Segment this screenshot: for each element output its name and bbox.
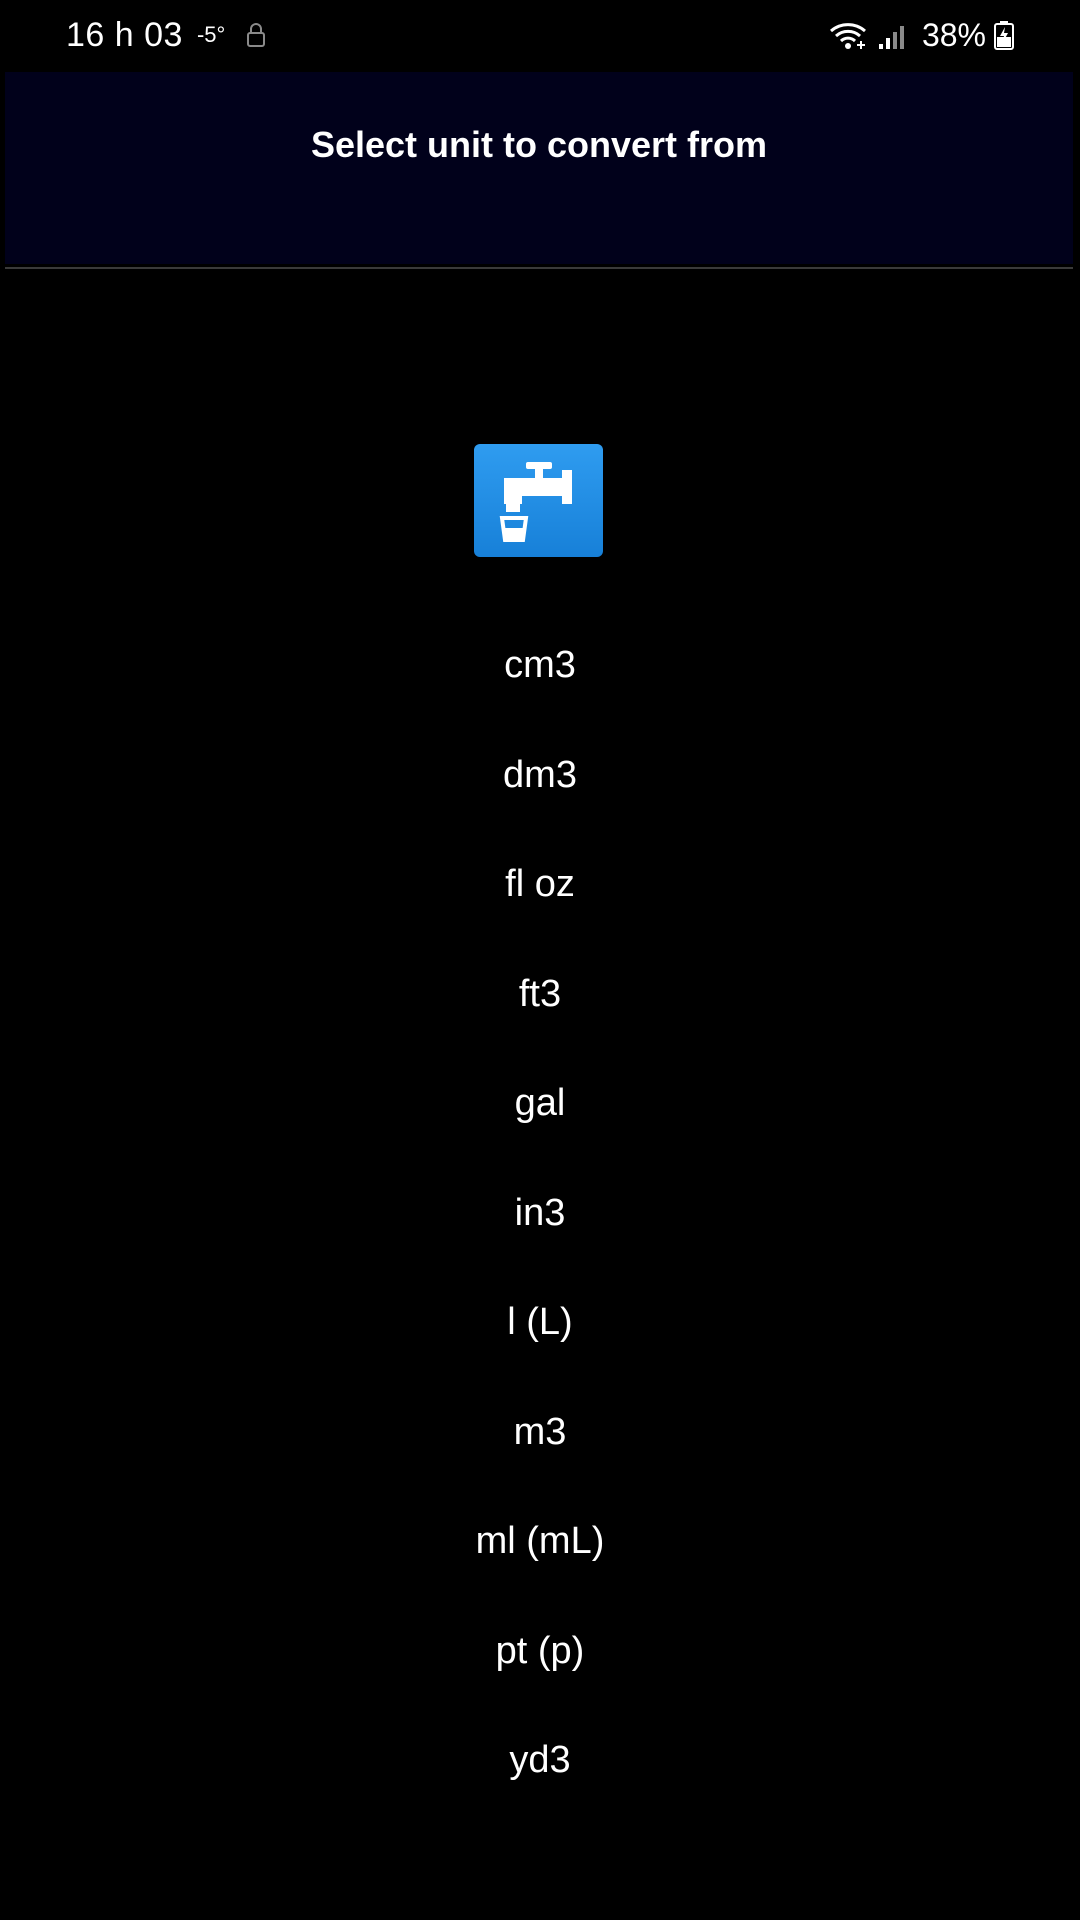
header-divider <box>5 267 1073 269</box>
page-title: Select unit to convert from <box>310 124 768 165</box>
unit-item-dm3[interactable]: dm3 <box>0 721 1080 831</box>
status-bar: 16 h 03 -5° 38% <box>0 0 1080 70</box>
screen: 16 h 03 -5° 38% Select unit to convert f… <box>0 0 1080 1920</box>
unit-item-yd3[interactable]: yd3 <box>0 1706 1080 1816</box>
status-right: 38% <box>828 14 1014 56</box>
status-temperature: -5° <box>196 22 226 47</box>
unit-item-fl-oz[interactable]: fl oz <box>0 830 1080 940</box>
faucet-glass-icon <box>474 444 603 557</box>
unit-item-milliliter[interactable]: ml (mL) <box>0 1487 1080 1597</box>
wifi-icon <box>828 19 870 51</box>
lock-icon <box>245 22 267 48</box>
unit-list: cm3 dm3 fl oz ft3 gal in3 l (L) m3 ml (m… <box>0 611 1080 1816</box>
unit-item-liter[interactable]: l (L) <box>0 1268 1080 1378</box>
unit-item-pint[interactable]: pt (p) <box>0 1597 1080 1707</box>
unit-item-gal[interactable]: gal <box>0 1049 1080 1159</box>
battery-level: 38% <box>921 16 986 53</box>
unit-item-in3[interactable]: in3 <box>0 1159 1080 1269</box>
status-time: 16 h 03 <box>66 15 183 54</box>
header: Select unit to convert from <box>5 72 1073 264</box>
unit-item-ft3[interactable]: ft3 <box>0 940 1080 1050</box>
signal-icon <box>878 20 910 50</box>
battery-charging-icon <box>994 20 1014 50</box>
unit-item-m3[interactable]: m3 <box>0 1378 1080 1488</box>
status-left: 16 h 03 -5° <box>66 14 267 56</box>
unit-item-cm3[interactable]: cm3 <box>0 611 1080 721</box>
